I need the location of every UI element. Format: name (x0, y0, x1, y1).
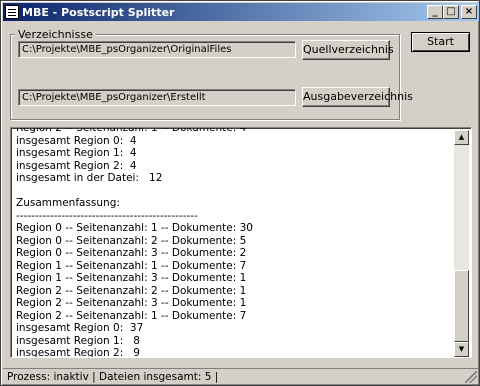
log-line: insgesamt Region 2: 9 (16, 347, 140, 358)
log-line: insgesamt in der Datei: 12 (16, 172, 163, 184)
log-line: Zusammenfassung: (16, 197, 120, 209)
output-path-field[interactable]: C:\Projekte\MBE_psOrganizer\Erstellt (18, 89, 296, 106)
log-line: Region 0 -- Seitenanzahl: 1 -- Dokumente… (16, 222, 253, 234)
vertical-scrollbar[interactable]: ▲ ▼ (454, 130, 469, 357)
scroll-up-icon[interactable]: ▲ (454, 130, 469, 145)
status-text: Prozess: inaktiv | Dateien insgesamt: 5 … (7, 371, 219, 383)
minimize-button[interactable]: _ (427, 5, 443, 19)
status-bar: Prozess: inaktiv | Dateien insgesamt: 5 … (3, 368, 479, 385)
directories-group-label: Verzeichnisse (15, 28, 96, 41)
start-button[interactable]: Start (411, 32, 470, 52)
log-line: Region 2 -- Seitenanzahl: 2 -- Dokumente… (16, 284, 247, 297)
title-bar[interactable]: MBE - Postscript Splitter _ □ × (3, 3, 479, 21)
log-line: Region 1 -- Seitenanzahl: 3 -- Dokumente… (16, 272, 247, 284)
scroll-thumb[interactable] (454, 270, 469, 342)
output-directory-button[interactable]: Ausgabeverzeichnis (302, 87, 413, 107)
resize-grip-icon[interactable] (465, 371, 477, 383)
log-line: ----------------------------------------… (16, 209, 198, 222)
main-window: MBE - Postscript Splitter _ □ × Verzeich… (0, 0, 480, 386)
log-line: insgesamt Region 0: 37 (16, 322, 144, 334)
app-icon (5, 5, 19, 19)
log-line: Region 1 -- Seitenanzahl: 1 -- Dokumente… (16, 259, 247, 272)
log-line: Region 2 -- Seitenanzahl: 1 -- Dokumente… (16, 127, 247, 134)
log-line: insgesamt Region 1: 4 (16, 147, 137, 159)
log-output[interactable]: Region 2 -- Seitenanzahl: 1 -- Dokumente… (10, 127, 472, 358)
source-path-field[interactable]: C:\Projekte\MBE_psOrganizer\OriginalFile… (18, 41, 296, 58)
log-line: Region 2 -- Seitenanzahl: 3 -- Dokumente… (16, 297, 247, 309)
source-directory-button[interactable]: Quellverzeichnis (302, 40, 394, 60)
log-lines: Region 2 -- Seitenanzahl: 1 -- Dokumente… (16, 127, 446, 358)
window-title: MBE - Postscript Splitter (22, 5, 175, 19)
scroll-down-icon[interactable]: ▼ (454, 342, 469, 357)
log-line: Region 0 -- Seitenanzahl: 2 -- Dokumente… (16, 234, 247, 247)
maximize-button[interactable]: □ (443, 5, 459, 19)
log-line: Region 0 -- Seitenanzahl: 3 -- Dokumente… (16, 247, 247, 259)
log-line: insgesamt Region 0: 4 (16, 134, 137, 147)
log-line: insgesamt Region 1: 8 (16, 334, 140, 347)
close-button[interactable]: × (461, 5, 477, 19)
log-line: insgesamt Region 2: 4 (16, 159, 137, 172)
log-line: Region 2 -- Seitenanzahl: 1 -- Dokumente… (16, 309, 247, 322)
